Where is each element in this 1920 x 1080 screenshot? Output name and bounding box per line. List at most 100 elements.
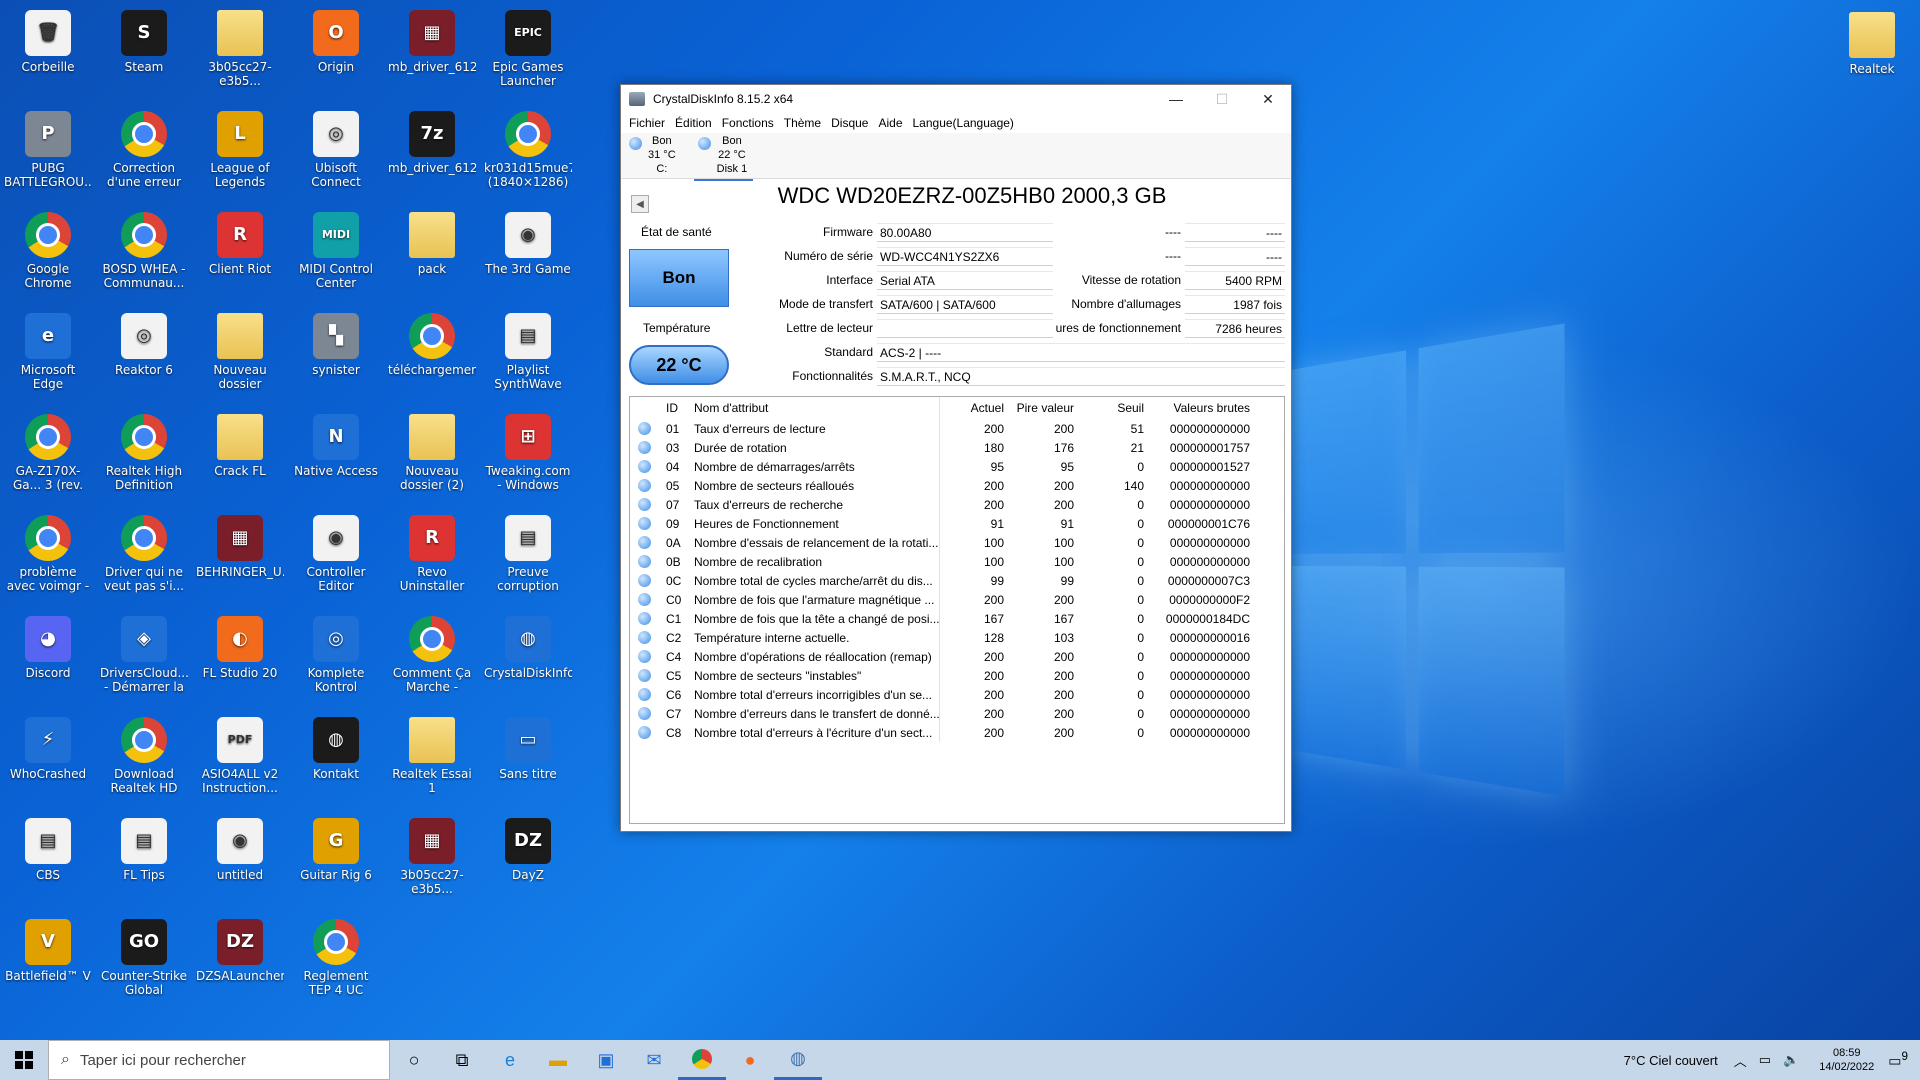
table-row[interactable]: C8 Nombre total d'erreurs à l'écriture d'… (630, 723, 1284, 742)
table-row[interactable]: 09 Heures de Fonctionnement 91 91 0 000000001… (630, 514, 1284, 533)
col-raw-values[interactable]: Valeurs brutes (1150, 401, 1260, 415)
close-button[interactable]: ✕ (1245, 85, 1291, 113)
desktop-icon-driverscloud-d-marrer-la[interactable]: ◈ DriversCloud... - Démarrer la ... (100, 610, 188, 694)
table-row[interactable]: C5 Nombre de secteurs "instables" 200 200 0 0… (630, 666, 1284, 685)
desktop-icon-playlist-synthwave[interactable]: ▤ Playlist SynthWave (484, 307, 572, 391)
desktop-icon-dzsalauncher[interactable]: DZ DZSALauncher (196, 913, 284, 983)
desktop-icon-realtek-high-definition-aud[interactable]: Realtek High Definition Aud... (100, 408, 188, 492)
desktop-icon-revo-uninstaller[interactable]: R Revo Uninstaller (388, 509, 476, 593)
table-row[interactable]: C1 Nombre de fois que la tête a changé de… (630, 609, 1284, 628)
table-row[interactable]: 04 Nombre de démarrages/arrêts 95 95 0 000000… (630, 457, 1284, 476)
desktop-icon-3b05cc27-e3b5[interactable]: ▦ 3b05cc27-e3b5... (388, 812, 476, 896)
desktop-icon-cbs[interactable]: ▤ CBS (4, 812, 92, 882)
chrome-taskbar-icon[interactable] (678, 1040, 726, 1080)
col-attribute-name[interactable]: Nom d'attribut (690, 397, 940, 419)
table-row[interactable]: C0 Nombre de fois que l'armature magnétiq… (630, 590, 1284, 609)
desktop-icon-pack[interactable]: pack (388, 206, 476, 276)
menu-edition[interactable]: Édition (673, 116, 714, 130)
desktop-icon-driver-qui-ne-veut-pas-s-i[interactable]: Driver qui ne veut pas s'i... (100, 509, 188, 593)
desktop-icon-realtek[interactable]: Realtek (1828, 6, 1916, 76)
desktop-icon-ga-z170x-ga-3-rev-1-1-sup[interactable]: GA-Z170X-Ga... 3 (rev. 1.1) Sup... (4, 408, 92, 492)
file-explorer-icon[interactable]: ▬ (534, 1040, 582, 1080)
maximize-button[interactable]: ☐ (1199, 85, 1245, 113)
temperature-value[interactable]: 22 °C (629, 345, 729, 385)
edge-taskbar-icon[interactable]: e (486, 1040, 534, 1080)
table-row[interactable]: C4 Nombre d'opérations de réallocation (r… (630, 647, 1284, 666)
notification-center-icon[interactable]: ▭9 (1888, 1050, 1908, 1070)
menu-fonctions[interactable]: Fonctions (720, 116, 776, 130)
desktop-icon-discord[interactable]: ◕ Discord (4, 610, 92, 680)
cortana-icon[interactable]: ○ (390, 1040, 438, 1080)
desktop-icon-t-l-chargement[interactable]: téléchargement (388, 307, 476, 377)
desktop-icon-tweaking-com-windows-repair[interactable]: ⊞ Tweaking.com - Windows Repair (484, 408, 572, 492)
desktop-icon-fl-studio-20[interactable]: ◐ FL Studio 20 (196, 610, 284, 680)
task-view-icon[interactable]: ⧉ (438, 1040, 486, 1080)
desktop-icon-crystaldiskinfo[interactable]: ◍ CrystalDiskInfo (484, 610, 572, 680)
menu-aide[interactable]: Aide (876, 116, 904, 130)
desktop-icon-kr031d15mue7-1840-1286[interactable]: kr031d15mue7... (1840×1286) (484, 105, 572, 189)
taskbar-search-box[interactable]: ⌕ Taper ici pour rechercher (48, 1040, 390, 1080)
chevron-up-icon[interactable]: ︿ (1734, 1051, 1747, 1070)
desktop-icon-bosd-whea-communau[interactable]: BOSD WHEA - Communau... (100, 206, 188, 290)
desktop-icon-mb-driver-612[interactable]: 7z mb_driver_612_... (388, 105, 476, 175)
desktop-icon-whocrashed[interactable]: ⚡ WhoCrashed (4, 711, 92, 781)
store-icon[interactable]: ▣ (582, 1040, 630, 1080)
start-button[interactable] (0, 1040, 48, 1080)
drive-tab-c[interactable]: Bon 31 °C C: (625, 133, 682, 179)
col-threshold[interactable]: Seuil (1080, 401, 1150, 415)
desktop-icon-mb-driver-612[interactable]: ▦ mb_driver_612_... (388, 4, 476, 74)
desktop-icon-sans-titre[interactable]: ▭ Sans titre (484, 711, 572, 781)
desktop-icon-correction-d-une-erreur-non-corr[interactable]: Correction d'une erreur non corr... (100, 105, 188, 189)
desktop-icon-native-access[interactable]: N Native Access (292, 408, 380, 478)
desktop-icon-the-3rd-game[interactable]: ◉ The 3rd Game (484, 206, 572, 276)
table-row[interactable]: 0B Nombre de recalibration 100 100 0 00000000… (630, 552, 1284, 571)
menu-fichier[interactable]: Fichier (627, 116, 667, 130)
crystaldiskinfo-taskbar-icon[interactable]: ◍ (774, 1040, 822, 1080)
volume-icon[interactable]: 🔈 (1783, 1052, 1799, 1068)
desktop-icon-fl-tips[interactable]: ▤ FL Tips (100, 812, 188, 882)
menu-langue[interactable]: Langue(Language) (911, 116, 1016, 130)
desktop-icon-guitar-rig-6[interactable]: G Guitar Rig 6 (292, 812, 380, 882)
table-row[interactable]: 01 Taux d'erreurs de lecture 200 200 51 00000… (630, 419, 1284, 438)
clock[interactable]: 08:59 14/02/2022 (1819, 1046, 1874, 1074)
desktop-icon-origin[interactable]: O Origin (292, 4, 380, 74)
desktop-icon-synister[interactable]: ▚ synister (292, 307, 380, 377)
menu-theme[interactable]: Thème (782, 116, 823, 130)
desktop-icon-midi-control-center[interactable]: MIDI MIDI Control Center (292, 206, 380, 290)
desktop-icon-reaktor-6[interactable]: ◎ Reaktor 6 (100, 307, 188, 377)
desktop-icon-3b05cc27-e3b5[interactable]: 3b05cc27-e3b5... (196, 4, 284, 88)
desktop-icon-probl-me-avec-voimgr-co[interactable]: problème avec voimgr - Co... (4, 509, 92, 593)
desktop-icon-kontakt[interactable]: ◍ Kontakt (292, 711, 380, 781)
desktop-icon-microsoft-edge[interactable]: e Microsoft Edge (4, 307, 92, 391)
desktop-icon-epic-games-launcher[interactable]: EPIC Epic Games Launcher (484, 4, 572, 88)
desktop-icon-nouveau-dossier[interactable]: Nouveau dossier (196, 307, 284, 391)
table-row[interactable]: 07 Taux d'erreurs de recherche 200 200 0 0000… (630, 495, 1284, 514)
health-status-button[interactable]: Bon (629, 249, 729, 307)
desktop-icon-asio4all-v2-instruction[interactable]: PDF ASIO4ALL v2 Instruction... (196, 711, 284, 795)
desktop-icon-steam[interactable]: S Steam (100, 4, 188, 74)
desktop-icon-corbeille[interactable]: 🗑 Corbeille (4, 4, 92, 74)
desktop-icon-ubisoft-connect[interactable]: ◎ Ubisoft Connect (292, 105, 380, 189)
desktop-icon-counter-strike-global-offensive[interactable]: GO Counter-Strike Global Offensive (100, 913, 188, 997)
table-row[interactable]: 05 Nombre de secteurs réalloués 200 200 140 0… (630, 476, 1284, 495)
table-row[interactable]: 0A Nombre d'essais de relancement de la r… (630, 533, 1284, 552)
desktop-icon-preuve-corruption[interactable]: ▤ Preuve corruption (484, 509, 572, 593)
mail-icon[interactable]: ✉ (630, 1040, 678, 1080)
table-row[interactable]: 03 Durée de rotation 180 176 21 000000001757 (630, 438, 1284, 457)
desktop-icon-pubg-battlegrou[interactable]: P PUBG BATTLEGROU... (4, 105, 92, 189)
title-bar[interactable]: CrystalDiskInfo 8.15.2 x64 — ☐ ✕ (621, 85, 1291, 113)
desktop-icon-untitled[interactable]: ◉ untitled (196, 812, 284, 882)
table-row[interactable]: C6 Nombre total d'erreurs incorrigibles d… (630, 685, 1284, 704)
desktop-icon-crack-fl[interactable]: Crack FL (196, 408, 284, 478)
desktop-icon-battlefield-v[interactable]: V Battlefield™ V (4, 913, 92, 983)
origin-taskbar-icon[interactable]: ● (726, 1040, 774, 1080)
desktop-icon-reglement-tep-4-uc[interactable]: Reglement TEP 4 UC (292, 913, 380, 997)
col-worst[interactable]: Pire valeur (1010, 401, 1080, 415)
desktop-icon-comment-a-marche-r-po[interactable]: Comment Ça Marche - Répo... (388, 610, 476, 694)
col-current[interactable]: Actuel (940, 401, 1010, 415)
desktop-icon-google-chrome[interactable]: Google Chrome (4, 206, 92, 290)
desktop-icon-league-of-legends[interactable]: L League of Legends (196, 105, 284, 189)
table-row[interactable]: 0C Nombre total de cycles marche/arrêt du… (630, 571, 1284, 590)
minimize-button[interactable]: — (1153, 85, 1199, 113)
desktop-icon-download-realtek-hd-au[interactable]: Download Realtek HD Au... (100, 711, 188, 795)
